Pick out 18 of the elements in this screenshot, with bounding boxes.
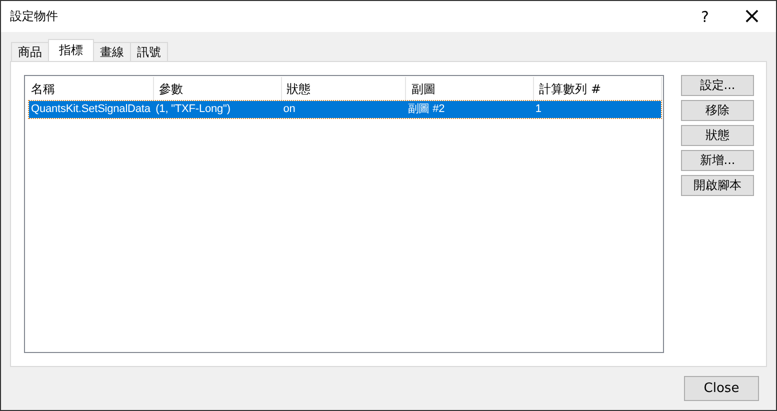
action-button[interactable]: 開啟腳本	[681, 175, 754, 196]
table-row[interactable]: QuantsKit.SetSignalData (1, "TXF-Long") on 副圖 #2 1	[29, 101, 661, 118]
action-button[interactable]: 設定...	[681, 75, 754, 96]
table-cell-text: (1, "TXF-Long")	[154, 102, 232, 117]
table-cell-text: 1	[534, 102, 542, 117]
tab[interactable]: 訊號	[130, 42, 168, 61]
table-cell-text: QuantsKit.SetSignalData	[30, 102, 152, 117]
table-cell-text: on	[282, 102, 296, 117]
action-button[interactable]: 狀態	[681, 125, 754, 146]
window-title: 設定物件	[10, 8, 59, 25]
table-cell-text: 副圖 #2	[406, 102, 446, 117]
close-button[interactable]: ×	[732, 2, 772, 32]
tab[interactable]: 指標	[48, 39, 94, 61]
tab[interactable]: 商品	[11, 42, 49, 61]
close-dialog-button[interactable]: Close	[684, 376, 759, 401]
help-button[interactable]: ?	[685, 2, 725, 32]
action-button[interactable]: 新增...	[681, 150, 754, 171]
action-button[interactable]: 移除	[681, 100, 754, 121]
